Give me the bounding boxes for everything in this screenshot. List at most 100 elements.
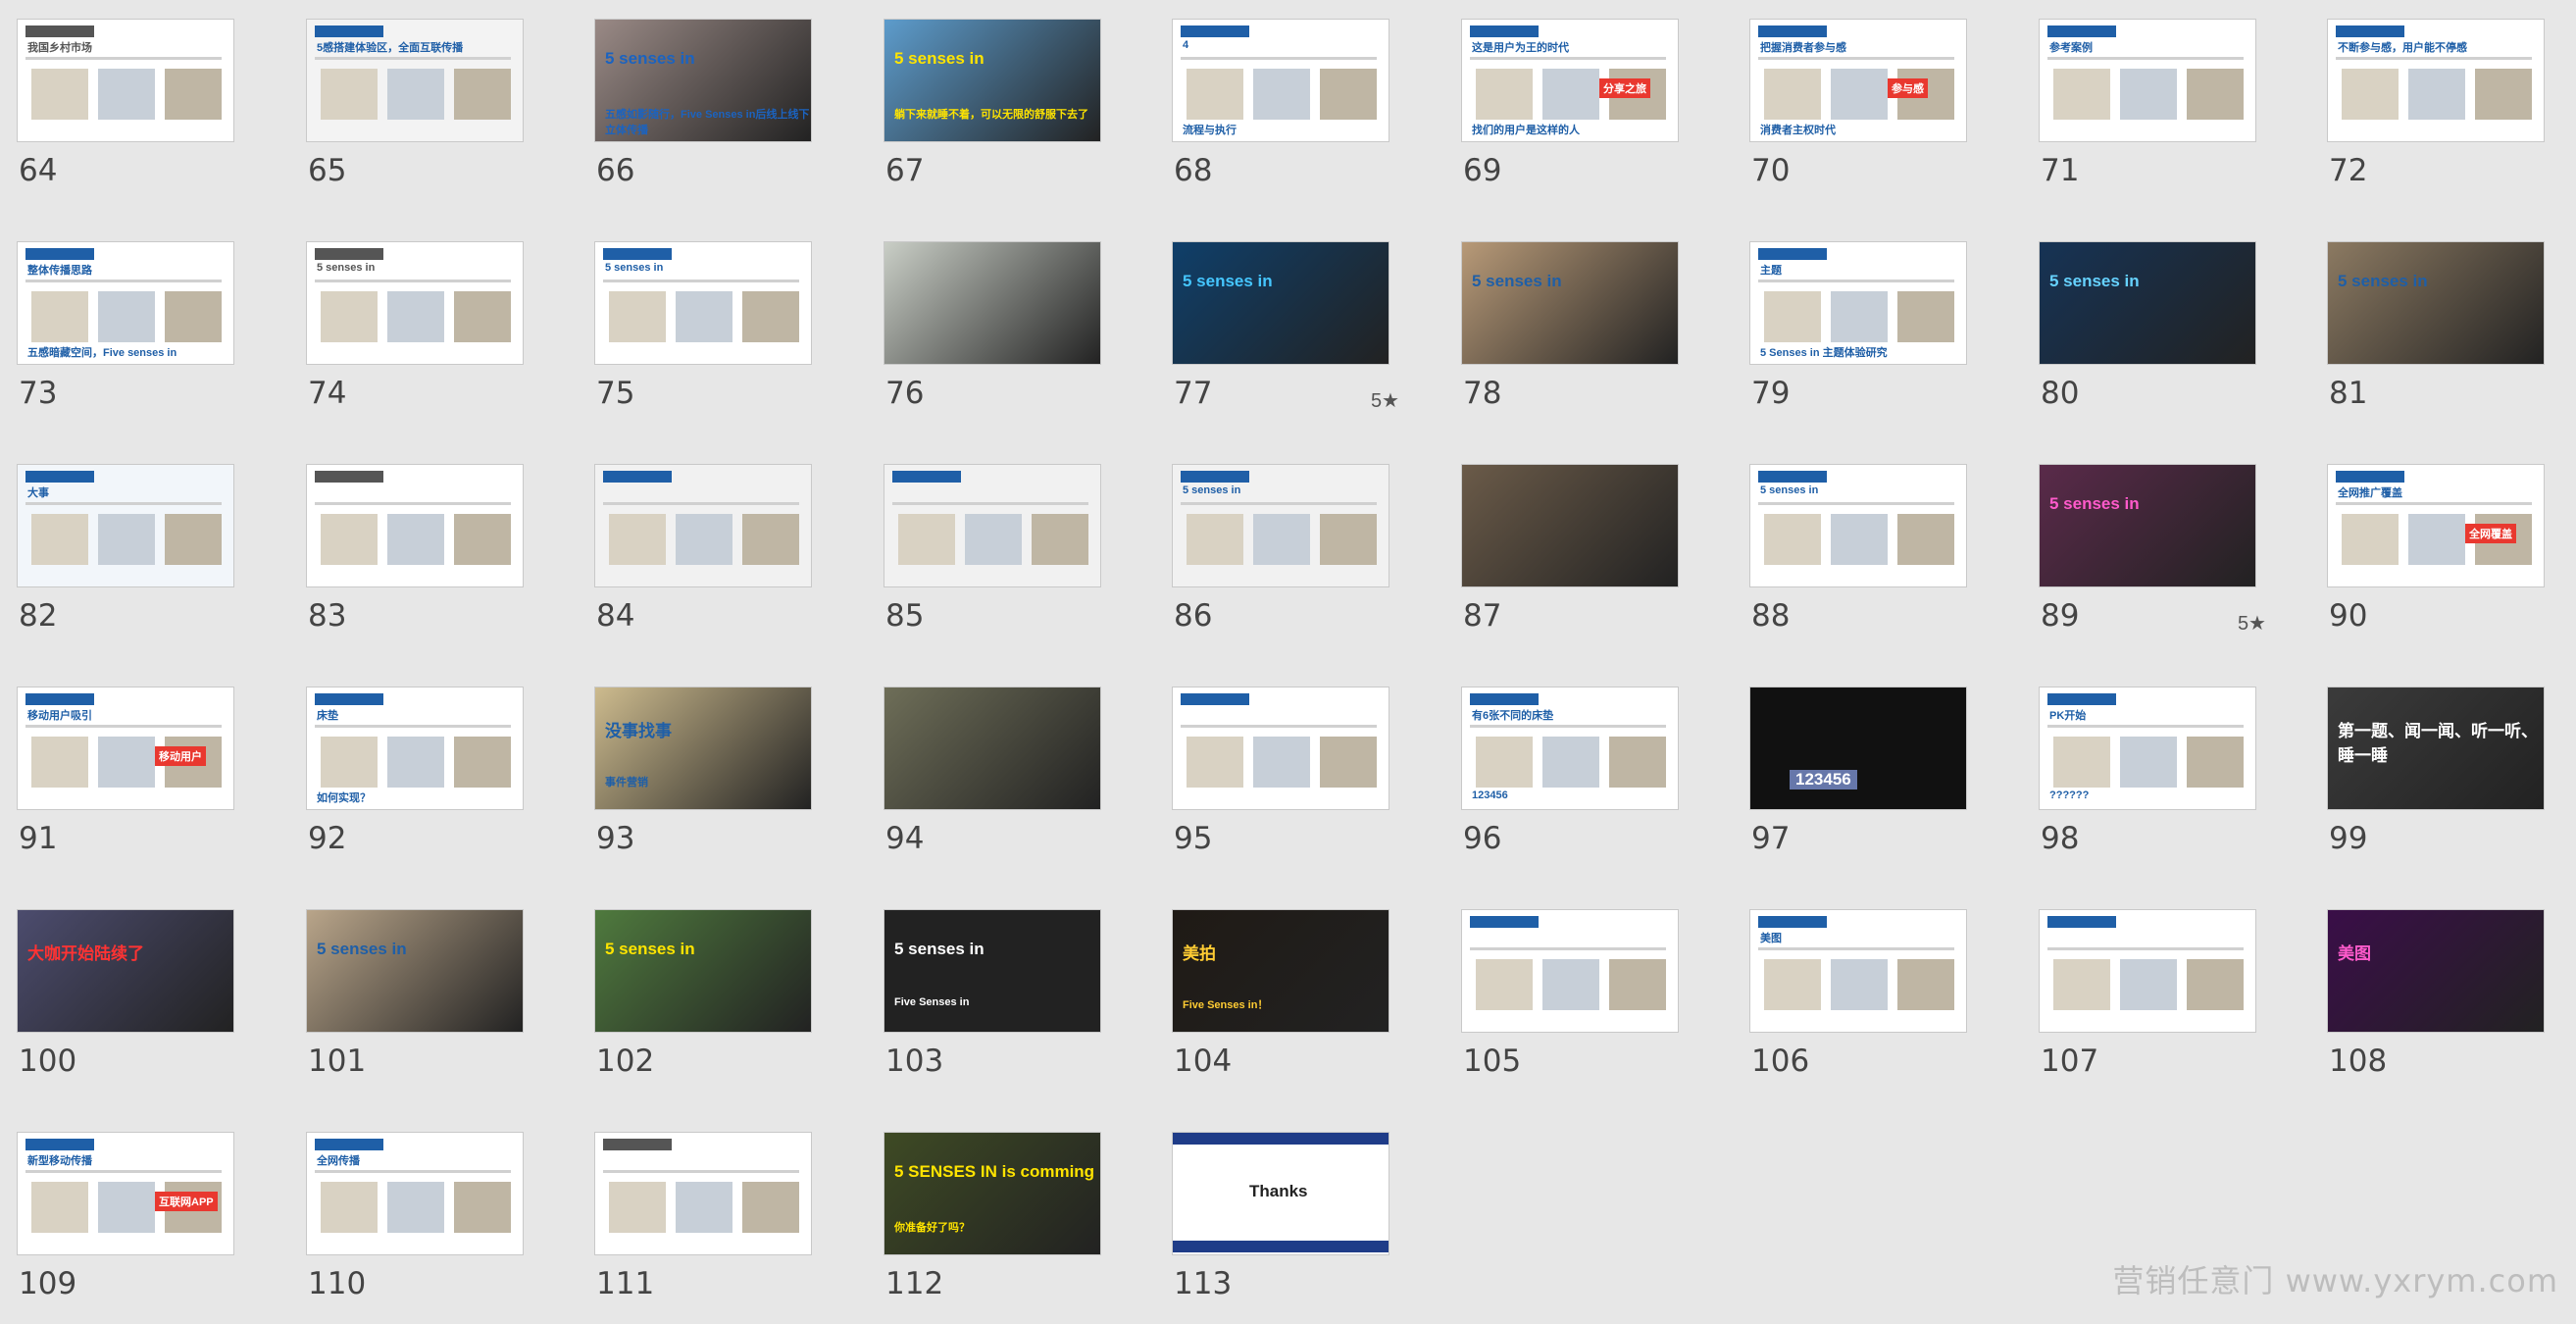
slide-tile[interactable]: 5 senses in 77 5★ [1172,241,1399,433]
slide-tile[interactable]: 美拍 Five Senses in！ 104 [1172,909,1389,1101]
slide-thumbnail[interactable]: 5 senses in [306,241,524,365]
slide-thumbnail[interactable]: 5 senses in [2327,241,2545,365]
slide-tile[interactable]: 5 senses in 81 [2327,241,2545,433]
slide-tile[interactable]: 我国乡村市场 64 [17,19,234,211]
slide-thumbnail[interactable] [1461,909,1679,1033]
slide-thumbnail[interactable] [594,1132,812,1255]
slide-thumbnail[interactable]: 5 senses in [594,909,812,1033]
slide-thumbnail[interactable]: 全网推广覆盖 全网覆盖 [2327,464,2545,587]
slide-tile[interactable]: 87 [1461,464,1679,656]
slide-thumbnail[interactable] [884,464,1101,587]
slide-thumbnail[interactable]: 5 senses in [2039,464,2256,587]
slide-thumbnail[interactable]: 整体传播思路 五感暗藏空间，Five senses in [17,241,234,365]
slide-thumbnail[interactable]: 5 senses in [306,909,524,1033]
slide-thumbnail[interactable] [306,464,524,587]
slide-thumbnail[interactable]: 5 senses in [1461,241,1679,365]
slide-tile[interactable]: 新型移动传播 互联网APP 109 [17,1132,234,1324]
slide-thumbnail[interactable]: PK开始?????? [2039,687,2256,810]
slide-tile[interactable]: 85 [884,464,1101,656]
slide-tile[interactable]: 123456 97 [1749,687,1967,879]
slide-thumbnail[interactable] [1461,464,1679,587]
slide-tile[interactable]: 5 senses in 89 5★ [2039,464,2266,656]
slide-thumbnail[interactable]: 5 senses in 躺下来就睡不着，可以无限的舒服下去了 [884,19,1101,142]
slide-tile[interactable]: 83 [306,464,524,656]
slide-tile[interactable]: 5感搭建体验区，全面互联传播 65 [306,19,524,211]
slide-thumbnail[interactable]: 这是用户为王的时代 找们的用户是这样的人 分享之旅 [1461,19,1679,142]
slide-tile[interactable]: 整体传播思路 五感暗藏空间，Five senses in 73 [17,241,234,433]
slide-thumbnail[interactable]: 美拍 Five Senses in！ [1172,909,1389,1033]
slide-thumbnail[interactable]: 大事 [17,464,234,587]
slide-thumbnail[interactable]: 新型移动传播 互联网APP [17,1132,234,1255]
slide-tile[interactable]: 第一题、闻一闻、听一听、睡一睡 99 [2327,687,2545,879]
slide-tile[interactable]: 5 senses in 80 [2039,241,2256,433]
slide-tile[interactable]: 主题 5 Senses in 主题体验研究 79 [1749,241,1967,433]
slide-tile[interactable]: Thanks 113 [1172,1132,1389,1324]
slide-tile[interactable]: 4 流程与执行 68 [1172,19,1389,211]
slide-thumbnail[interactable]: 第一题、闻一闻、听一听、睡一睡 [2327,687,2545,810]
slide-thumbnail[interactable]: 4 流程与执行 [1172,19,1389,142]
slide-thumbnail[interactable]: 美图 [1749,909,1967,1033]
slide-tile[interactable]: 5 senses in 102 [594,909,812,1101]
slide-thumbnail[interactable] [2039,909,2256,1033]
slide-tile[interactable]: 大咖开始陆续了 100 [17,909,234,1101]
slide-thumbnail[interactable]: 大咖开始陆续了 [17,909,234,1033]
slide-tile[interactable]: 把握消费者参与感 消费者主权时代 参与感 70 [1749,19,1967,211]
slide-thumbnail[interactable]: 5 senses in [1172,464,1389,587]
slide-tile[interactable]: 5 SENSES IN is comming 你准备好了吗？ 112 [884,1132,1101,1324]
slide-tile[interactable]: 107 [2039,909,2256,1101]
slide-thumbnail[interactable]: 我国乡村市场 [17,19,234,142]
slide-thumbnail[interactable]: 5 senses in [2039,241,2256,365]
slide-tile[interactable]: 111 [594,1132,812,1324]
slide-thumbnail[interactable]: Thanks [1172,1132,1389,1255]
slide-thumbnail[interactable]: 5 senses in 五感如影随行，Five Senses in后线上线下立体传… [594,19,812,142]
slide-thumbnail[interactable]: 有6张不同的床垫 123456 [1461,687,1679,810]
slide-tile[interactable]: 美图 108 [2327,909,2545,1101]
slide-tile[interactable]: 5 senses in 101 [306,909,524,1101]
slide-thumbnail[interactable]: 5 senses in Five Senses in [884,909,1101,1033]
slide-tile[interactable]: 94 [884,687,1101,879]
slide-tile[interactable]: 大事 82 [17,464,234,656]
slide-thumbnail[interactable]: 把握消费者参与感 消费者主权时代 参与感 [1749,19,1967,142]
slide-tile[interactable]: 84 [594,464,812,656]
slide-thumbnail[interactable]: 没事找事 事件营销 [594,687,812,810]
slide-thumbnail[interactable] [594,464,812,587]
slide-thumbnail[interactable]: 5 senses in [1749,464,1967,587]
slide-thumbnail[interactable]: 移动用户吸引 移动用户 [17,687,234,810]
slide-tile[interactable]: 5 senses in 躺下来就睡不着，可以无限的舒服下去了 67 [884,19,1101,211]
slide-tile[interactable]: 5 senses in 86 [1172,464,1389,656]
slide-tile[interactable]: 5 senses in 75 [594,241,812,433]
slide-tile[interactable]: PK开始?????? 98 [2039,687,2256,879]
slide-tile[interactable]: 全网传播 110 [306,1132,524,1324]
slide-tile[interactable]: 参考案例 71 [2039,19,2256,211]
slide-tile[interactable]: 95 [1172,687,1389,879]
slide-tile[interactable]: 5 senses in Five Senses in 103 [884,909,1101,1101]
slide-thumbnail[interactable]: 参考案例 [2039,19,2256,142]
slide-thumbnail[interactable]: 美图 [2327,909,2545,1033]
slide-tile[interactable]: 76 [884,241,1101,433]
slide-thumbnail[interactable]: 床垫 如何实现？ [306,687,524,810]
slide-thumbnail[interactable]: 5 senses in [1172,241,1389,365]
slide-tile[interactable]: 105 [1461,909,1679,1101]
slide-thumbnail[interactable]: 全网传播 [306,1132,524,1255]
slide-tile[interactable]: 5 senses in 五感如影随行，Five Senses in后线上线下立体传… [594,19,812,211]
slide-tile[interactable]: 有6张不同的床垫 123456 96 [1461,687,1679,879]
slide-tile[interactable]: 5 senses in 74 [306,241,524,433]
slide-tile[interactable]: 不断参与感，用户能不停感 72 [2327,19,2545,211]
slide-tile[interactable]: 没事找事 事件营销 93 [594,687,812,879]
slide-tile[interactable]: 5 senses in 88 [1749,464,1967,656]
slide-thumbnail[interactable]: 不断参与感，用户能不停感 [2327,19,2545,142]
slide-thumbnail[interactable] [884,241,1101,365]
slide-tile[interactable]: 移动用户吸引 移动用户 91 [17,687,234,879]
slide-tile[interactable]: 床垫 如何实现？ 92 [306,687,524,879]
slide-tile[interactable]: 全网推广覆盖 全网覆盖 90 [2327,464,2545,656]
slide-tile[interactable]: 5 senses in 78 [1461,241,1679,433]
slide-thumbnail[interactable]: 5感搭建体验区，全面互联传播 [306,19,524,142]
slide-thumbnail[interactable]: 5 SENSES IN is comming 你准备好了吗？ [884,1132,1101,1255]
slide-thumbnail[interactable]: 123456 [1749,687,1967,810]
slide-thumbnail[interactable]: 主题 5 Senses in 主题体验研究 [1749,241,1967,365]
slide-thumbnail[interactable] [884,687,1101,810]
slide-tile[interactable]: 这是用户为王的时代 找们的用户是这样的人 分享之旅 69 [1461,19,1679,211]
slide-thumbnail[interactable]: 5 senses in [594,241,812,365]
slide-tile[interactable]: 美图 106 [1749,909,1967,1101]
slide-thumbnail[interactable] [1172,687,1389,810]
